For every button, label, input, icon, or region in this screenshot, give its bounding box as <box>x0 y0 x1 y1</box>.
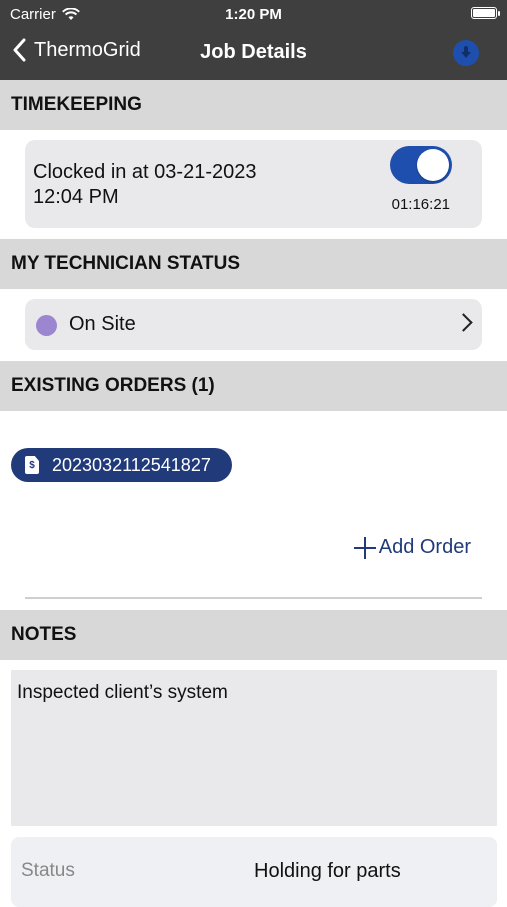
back-button[interactable]: ThermoGrid <box>12 38 141 62</box>
job-status-field[interactable]: Status Holding for parts <box>11 837 497 907</box>
timekeeping-header: TIMEKEEPING <box>0 80 507 130</box>
notes-textarea[interactable]: Inspected client’s system <box>11 670 497 826</box>
technician-status-row[interactable]: On Site <box>25 299 482 350</box>
toggle-knob <box>417 149 449 181</box>
chevron-left-icon <box>13 38 26 62</box>
chevron-right-icon <box>454 313 473 332</box>
plus-icon <box>353 536 376 559</box>
clock-in-line2: 12:04 PM <box>33 186 119 208</box>
navigation-bar: ThermoGrid Job Details <box>0 28 507 80</box>
divider <box>25 597 482 599</box>
status-field-label: Status <box>21 860 75 881</box>
battery-tip <box>498 11 500 16</box>
invoice-document-icon: $ <box>25 456 39 474</box>
existing-orders-header: EXISTING ORDERS (1) <box>0 361 507 411</box>
elapsed-time: 01:16:21 <box>391 196 450 213</box>
technician-status-label: On Site <box>69 313 136 335</box>
back-button-label: ThermoGrid <box>34 38 141 61</box>
order-chip[interactable]: $ 202303211254182​7 <box>11 448 232 482</box>
order-number: 202303211254182​7 <box>52 454 211 475</box>
add-order-label: Add Order <box>378 536 471 558</box>
clock-in-text: Clocked in at 03-21-2023 12:04 PM <box>33 160 256 210</box>
timekeeping-card: Clocked in at 03-21-2023 12:04 PM 01:16:… <box>25 140 482 228</box>
download-icon[interactable] <box>453 40 479 66</box>
technician-status-header: MY TECHNICIAN STATUS <box>0 239 507 289</box>
notes-header: NOTES <box>0 610 507 660</box>
status-dot-icon <box>36 315 57 336</box>
clock-in-line1: Clocked in at 03-21-2023 <box>33 161 257 183</box>
status-field-value: Holding for parts <box>254 860 401 882</box>
status-bar: Carrier 1:20 PM <box>0 0 507 28</box>
add-order-button[interactable]: Add Order <box>353 536 471 559</box>
clock-toggle[interactable] <box>390 146 452 184</box>
clock-time: 1:20 PM <box>225 6 282 23</box>
battery-icon <box>471 7 497 19</box>
